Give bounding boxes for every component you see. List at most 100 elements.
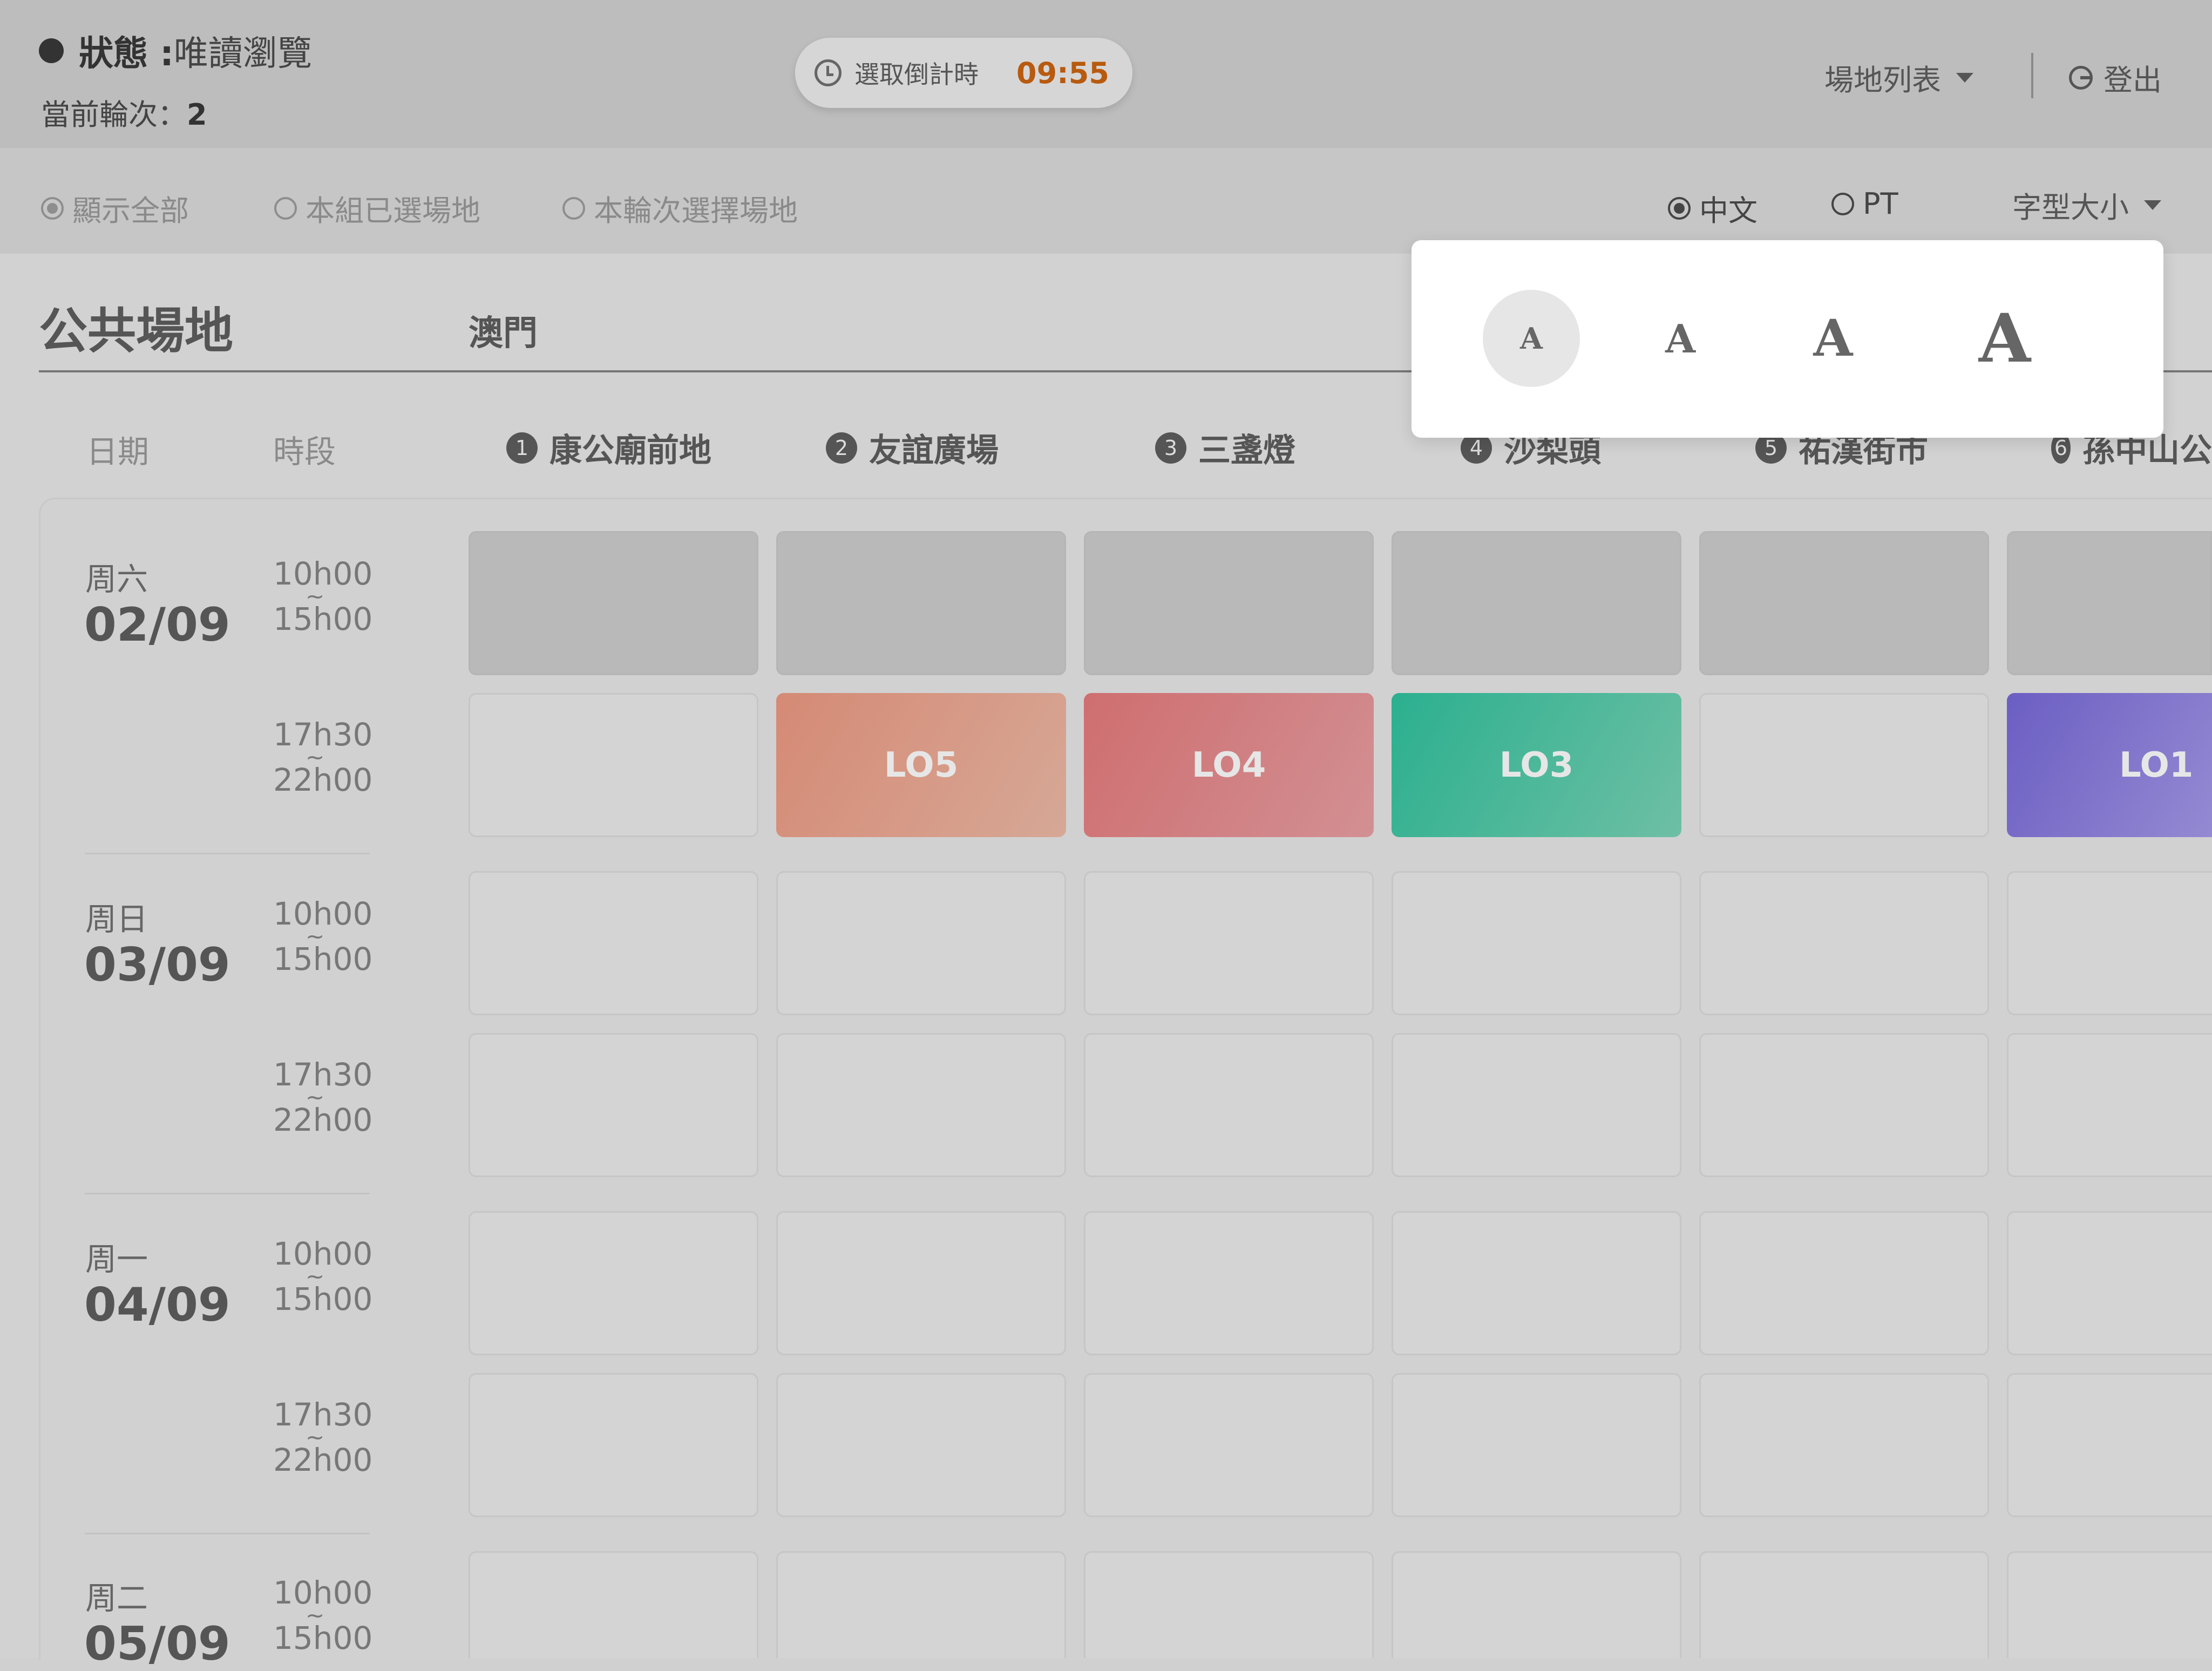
countdown-time: 09:55 (1016, 56, 1109, 90)
slot-cell[interactable] (776, 1373, 1066, 1517)
slot-cell[interactable] (469, 1033, 758, 1177)
slot-cell[interactable] (1699, 1033, 1989, 1177)
venue-number-badge: 2 (826, 432, 857, 464)
slot-cell[interactable] (1084, 871, 1374, 1015)
slot-cell[interactable] (2007, 871, 2212, 1015)
slot-cell[interactable] (2007, 1551, 2212, 1658)
radio-checked-icon (1668, 196, 1691, 220)
font-size-dropdown[interactable]: 字型大小 (2012, 184, 2161, 226)
filter-show-all[interactable]: 顯示全部 (41, 187, 189, 229)
time-slot: 17h30 ~22h00 (273, 1059, 372, 1136)
venue-list-label: 場地列表 (1824, 63, 1941, 97)
slot-cell[interactable] (1392, 1373, 1681, 1517)
slot-cell[interactable] (469, 1211, 758, 1355)
slot-cell[interactable] (1699, 693, 1989, 837)
slot-cell[interactable] (2007, 1373, 2212, 1517)
radio-unchecked-icon (562, 196, 585, 220)
time-slot: 10h00 ~15h00 (273, 1238, 372, 1315)
slot-cell[interactable] (1084, 1033, 1374, 1177)
venue-header-1: 1 康公廟前地 (506, 424, 711, 471)
venue-name: 康公廟前地 (549, 432, 711, 470)
slot-end: 15h00 (273, 941, 373, 977)
slot-cell[interactable] (2007, 1033, 2212, 1177)
slot-cell[interactable] (1392, 1033, 1681, 1177)
day-weekday: 周一 (85, 1241, 148, 1278)
slot-cell[interactable] (1392, 871, 1681, 1015)
venue-name: 三盞燈 (1198, 432, 1295, 470)
day-divider (85, 853, 370, 854)
region-tab[interactable]: 澳門 (469, 305, 538, 355)
venue-name: 友誼廣場 (869, 432, 999, 470)
font-size-option-small[interactable]: A (1483, 290, 1580, 387)
logout-icon (2069, 65, 2093, 90)
slot-cell-booked-lo1[interactable]: LO1 (2007, 693, 2212, 837)
lang-zh-radio[interactable]: 中文 (1668, 187, 1758, 229)
time-slot: 10h00 ~15h00 (273, 558, 372, 635)
slot-cell[interactable] (469, 1551, 758, 1658)
day-date: 03/09 (84, 938, 230, 992)
slot-cell[interactable] (469, 693, 758, 837)
slot-end: 22h00 (273, 1442, 373, 1478)
slot-cell-disabled (776, 531, 1066, 675)
round-value: 2 (187, 98, 207, 132)
filter-round-selected[interactable]: 本輪次選擇場地 (562, 187, 798, 229)
date-column-header: 日期 (86, 433, 150, 470)
slot-cell[interactable] (1084, 1211, 1374, 1355)
slot-cell[interactable] (2007, 1211, 2212, 1355)
slot-cell[interactable] (1084, 1373, 1374, 1517)
lang-zh-label: 中文 (1699, 194, 1758, 228)
day-divider (85, 1193, 370, 1194)
day-divider (85, 1533, 370, 1534)
slot-cell[interactable] (776, 1551, 1066, 1658)
slot-cell[interactable] (1392, 1551, 1681, 1658)
slot-cell-disabled (1699, 531, 1989, 675)
slot-cell[interactable] (1699, 1373, 1989, 1517)
slot-cell[interactable] (776, 1033, 1066, 1177)
font-size-option-xlarge[interactable]: A (1953, 290, 2056, 387)
slot-cell[interactable] (1084, 1551, 1374, 1658)
font-size-label: 字型大小 (2012, 191, 2129, 225)
page: 狀態 : 唯讀瀏覽 當前輪次：2 選取倒計時 09:55 場地列表 登出 顯示全… (0, 0, 2212, 1671)
clock-icon (815, 59, 842, 86)
slot-cell[interactable] (469, 871, 758, 1015)
slot-end: 22h00 (273, 1102, 373, 1138)
font-size-option-medium[interactable]: A (1648, 290, 1713, 387)
slot-cell-disabled (1084, 531, 1374, 675)
radio-unchecked-icon (1831, 192, 1854, 215)
slot-cell[interactable] (1392, 1211, 1681, 1355)
slot-end: 15h00 (273, 1281, 373, 1317)
slot-cell[interactable] (469, 1373, 758, 1517)
day-date: 02/09 (84, 598, 230, 652)
day-date: 05/09 (84, 1617, 230, 1671)
font-size-popup: A A A A (1412, 240, 2163, 438)
slot-cell-booked-lo3[interactable]: LO3 (1392, 693, 1681, 837)
slot-cell-booked-lo4[interactable]: LO4 (1084, 693, 1374, 837)
slot-cell[interactable] (1699, 1211, 1989, 1355)
filter-group-selected-label: 本組已選場地 (306, 194, 480, 228)
filter-group-selected[interactable]: 本組已選場地 (274, 187, 480, 229)
round-label: 當前輪次： (41, 98, 187, 132)
slot-cell-disabled (2007, 531, 2212, 675)
slot-end: 22h00 (273, 762, 373, 798)
slot-cell[interactable] (776, 871, 1066, 1015)
venue-header-3: 3 三盞燈 (1155, 424, 1295, 471)
header-divider (2031, 53, 2033, 98)
status-dot-icon (39, 38, 64, 63)
day-weekday: 周二 (85, 1580, 148, 1616)
period-column-header: 時段 (273, 433, 336, 470)
slot-cell[interactable] (1699, 871, 1989, 1015)
time-slot: 17h30 ~22h00 (273, 719, 372, 796)
slot-cell-disabled (1392, 531, 1681, 675)
venue-number-badge: 1 (506, 432, 538, 464)
venue-list-dropdown[interactable]: 場地列表 (1824, 56, 1973, 99)
lang-pt-radio[interactable]: PT (1831, 187, 1898, 221)
slot-cell[interactable] (1699, 1551, 1989, 1658)
status-label: 狀態 : (79, 34, 174, 74)
top-header: 狀態 : 唯讀瀏覽 當前輪次：2 選取倒計時 09:55 場地列表 登出 (0, 0, 2212, 148)
lang-pt-label: PT (1863, 187, 1898, 221)
slot-cell[interactable] (776, 1211, 1066, 1355)
slot-cell-booked-lo5[interactable]: LO5 (776, 693, 1066, 837)
font-size-option-large[interactable]: A (1793, 290, 1874, 387)
logout-button[interactable]: 登出 (2069, 56, 2162, 99)
day-weekday: 周日 (85, 901, 148, 938)
